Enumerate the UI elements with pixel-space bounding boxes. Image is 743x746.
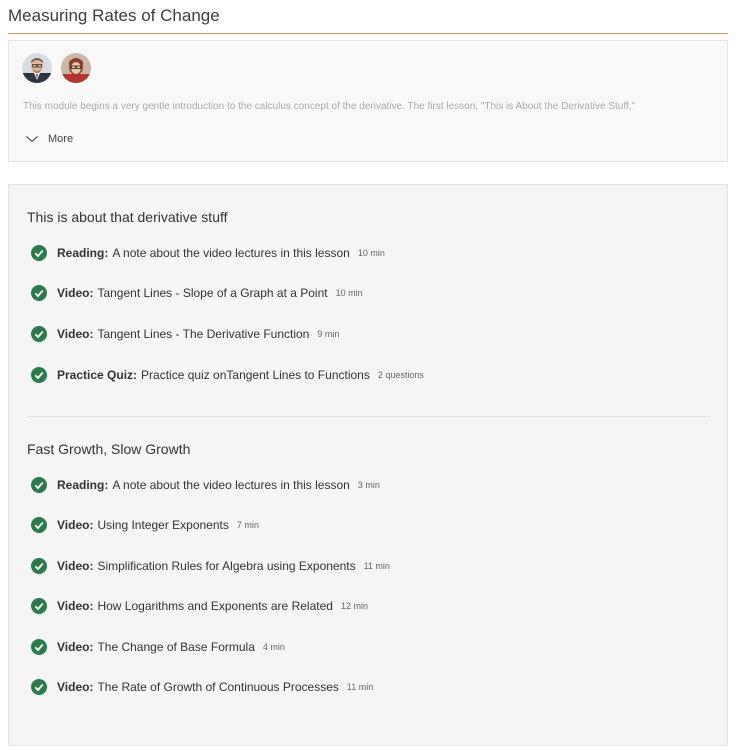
module-info-card: This module begins a very gentle introdu… bbox=[8, 40, 728, 162]
item-name: How Logarithms and Exponents are Related bbox=[97, 599, 333, 613]
lesson-title: This is about that derivative stuff bbox=[27, 209, 228, 225]
completed-check-icon bbox=[31, 598, 47, 614]
more-label: More bbox=[48, 133, 74, 145]
completed-check-icon bbox=[31, 285, 47, 301]
item-type: Video: bbox=[57, 599, 94, 613]
item-type: Reading: bbox=[57, 478, 109, 492]
completed-check-icon bbox=[31, 679, 47, 695]
item-duration: 12 min bbox=[340, 601, 368, 611]
module-title: Measuring Rates of Change bbox=[8, 6, 220, 25]
item-type: Video: bbox=[57, 518, 94, 532]
item-duration: 4 min bbox=[262, 642, 285, 652]
item-name: Tangent Lines - Slope of a Graph at a Po… bbox=[97, 286, 328, 300]
item-type: Video: bbox=[57, 327, 94, 341]
lesson-item-video[interactable]: Video: How Logarithms and Exponents are … bbox=[31, 597, 368, 615]
completed-check-icon bbox=[31, 639, 47, 655]
instructor-avatar-1[interactable] bbox=[22, 53, 52, 83]
more-toggle-button[interactable]: More bbox=[25, 131, 73, 147]
completed-check-icon bbox=[31, 245, 47, 261]
item-type: Video: bbox=[57, 680, 94, 694]
item-type: Video: bbox=[57, 286, 94, 300]
item-name: A note about the video lectures in this … bbox=[112, 246, 350, 260]
lesson-item-video[interactable]: Video: The Rate of Growth of Continuous … bbox=[31, 678, 373, 696]
module-header: Measuring Rates of Change bbox=[8, 0, 728, 34]
lesson-item-practice-quiz[interactable]: Practice Quiz: Practice quiz onTangent L… bbox=[31, 366, 424, 384]
item-duration: 3 min bbox=[357, 480, 380, 490]
lesson-item-video[interactable]: Video: Tangent Lines - The Derivative Fu… bbox=[31, 325, 339, 343]
lesson-title: Fast Growth, Slow Growth bbox=[27, 441, 191, 457]
lessons-card: This is about that derivative stuff Read… bbox=[8, 184, 728, 746]
item-name: The Rate of Growth of Continuous Process… bbox=[97, 680, 339, 694]
lesson-item-video[interactable]: Video: Tangent Lines - Slope of a Graph … bbox=[31, 284, 363, 302]
item-name: Simplification Rules for Algebra using E… bbox=[97, 559, 356, 573]
lesson-item-video[interactable]: Video: Using Integer Exponents 7 min bbox=[31, 516, 259, 534]
completed-check-icon bbox=[31, 367, 47, 383]
completed-check-icon bbox=[31, 326, 47, 342]
item-type: Video: bbox=[57, 640, 94, 654]
lesson-item-reading[interactable]: Reading: A note about the video lectures… bbox=[31, 476, 380, 494]
item-duration: 11 min bbox=[346, 682, 374, 692]
chevron-down-icon bbox=[25, 134, 39, 144]
completed-check-icon bbox=[31, 558, 47, 574]
item-duration: 7 min bbox=[236, 520, 259, 530]
item-duration: 11 min bbox=[363, 561, 390, 571]
item-question-count: 2 questions bbox=[377, 370, 424, 380]
instructor-avatar-2[interactable] bbox=[61, 53, 91, 83]
item-duration: 10 min bbox=[335, 288, 363, 298]
item-name: The Change of Base Formula bbox=[97, 640, 255, 654]
completed-check-icon bbox=[31, 517, 47, 533]
lesson-item-video[interactable]: Video: Simplification Rules for Algebra … bbox=[31, 557, 390, 575]
lesson-item-video[interactable]: Video: The Change of Base Formula 4 min bbox=[31, 638, 285, 656]
completed-check-icon bbox=[31, 477, 47, 493]
item-duration: 9 min bbox=[317, 329, 340, 339]
item-name: Tangent Lines - The Derivative Function bbox=[97, 327, 310, 341]
item-duration: 10 min bbox=[357, 248, 385, 258]
lesson-divider bbox=[27, 416, 710, 417]
item-type: Video: bbox=[57, 559, 94, 573]
description-fade bbox=[9, 109, 727, 119]
lesson-item-reading[interactable]: Reading: A note about the video lectures… bbox=[31, 244, 385, 262]
item-type: Practice Quiz: bbox=[57, 368, 138, 382]
item-name: A note about the video lectures in this … bbox=[112, 478, 350, 492]
item-type: Reading: bbox=[57, 246, 109, 260]
item-name: Practice quiz onTangent Lines to Functio… bbox=[141, 368, 370, 382]
item-name: Using Integer Exponents bbox=[97, 518, 229, 532]
